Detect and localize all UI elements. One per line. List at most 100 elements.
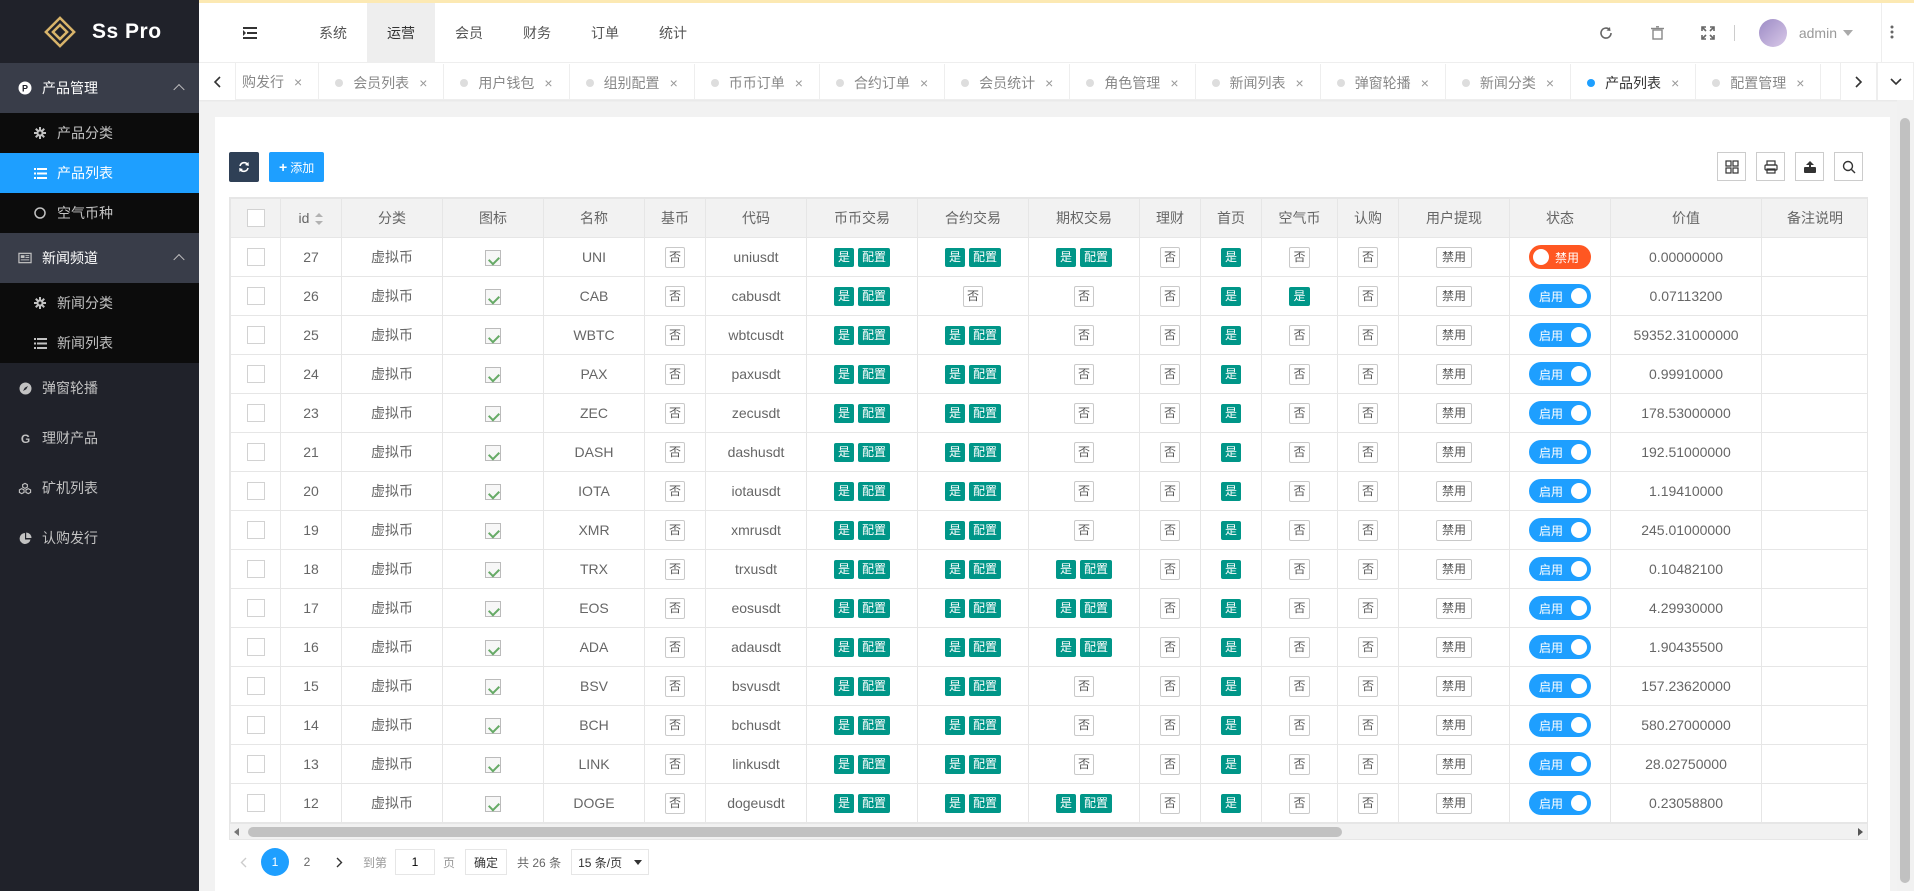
no-badge[interactable]: 否 xyxy=(1357,753,1378,775)
yes-badge[interactable]: 是 xyxy=(1220,715,1241,735)
yes-badge[interactable]: 是 xyxy=(944,247,965,267)
scroll-left-icon[interactable] xyxy=(234,828,239,836)
status-toggle[interactable]: 启用 xyxy=(1528,323,1591,347)
close-icon[interactable]: × xyxy=(294,74,302,90)
tab-3[interactable]: 组别配置 × xyxy=(570,64,695,100)
sidebar-item-1[interactable]: G 理财产品 xyxy=(0,413,199,463)
config-button[interactable]: 配置 xyxy=(858,637,891,657)
prev-page-icon[interactable] xyxy=(229,848,257,876)
disable-withdraw-button[interactable]: 禁用 xyxy=(1435,675,1472,697)
no-badge[interactable]: 否 xyxy=(1159,363,1180,385)
chevron-down-icon[interactable] xyxy=(1843,30,1853,36)
yes-badge[interactable]: 是 xyxy=(944,520,965,540)
refresh-button[interactable] xyxy=(229,152,259,182)
disable-withdraw-button[interactable]: 禁用 xyxy=(1435,714,1472,736)
no-badge[interactable]: 否 xyxy=(1073,753,1094,775)
config-button[interactable]: 配置 xyxy=(1080,793,1113,813)
per-page-select[interactable]: 15 条/页 xyxy=(571,849,650,875)
close-icon[interactable]: × xyxy=(544,75,552,91)
menu-toggle-icon[interactable] xyxy=(243,27,257,39)
checkbox[interactable] xyxy=(246,794,265,813)
no-badge[interactable]: 否 xyxy=(1357,246,1378,268)
no-badge[interactable]: 否 xyxy=(1289,597,1310,619)
row-select[interactable] xyxy=(230,354,281,394)
no-badge[interactable]: 否 xyxy=(1159,792,1180,814)
tab-scroll-left-icon[interactable] xyxy=(199,63,236,100)
yes-badge[interactable]: 是 xyxy=(1055,793,1076,813)
no-badge[interactable]: 否 xyxy=(1159,324,1180,346)
sidebar-item-3[interactable]: 认购发行 xyxy=(0,513,199,563)
tab-7[interactable]: 角色管理 × xyxy=(1070,64,1196,100)
yes-badge[interactable]: 是 xyxy=(944,754,965,774)
no-badge[interactable]: 否 xyxy=(1289,402,1310,424)
close-icon[interactable]: × xyxy=(1296,75,1304,91)
checkbox[interactable] xyxy=(246,248,265,267)
status-toggle[interactable]: 启用 xyxy=(1528,752,1591,776)
yes-badge[interactable]: 是 xyxy=(1220,481,1241,501)
yes-badge[interactable]: 是 xyxy=(833,403,854,423)
no-badge[interactable]: 否 xyxy=(1357,480,1378,502)
sidebar-group-1[interactable]: 新闻频道 xyxy=(0,233,199,283)
config-button[interactable]: 配置 xyxy=(858,403,891,423)
row-select[interactable] xyxy=(230,237,281,277)
close-icon[interactable]: × xyxy=(795,75,803,91)
checkbox[interactable] xyxy=(246,365,265,384)
yes-badge[interactable]: 是 xyxy=(1220,676,1241,696)
yes-badge[interactable]: 是 xyxy=(833,598,854,618)
config-button[interactable]: 配置 xyxy=(969,364,1002,384)
yes-badge[interactable]: 是 xyxy=(1220,598,1241,618)
tab-6[interactable]: 会员统计 × xyxy=(945,64,1071,100)
checkbox[interactable] xyxy=(246,326,265,345)
row-select[interactable] xyxy=(230,744,281,784)
tab-menu-chevron-down-icon[interactable] xyxy=(1877,63,1914,100)
no-badge[interactable]: 否 xyxy=(664,675,685,697)
no-badge[interactable]: 否 xyxy=(1357,363,1378,385)
yes-badge[interactable]: 是 xyxy=(833,676,854,696)
yes-badge[interactable]: 是 xyxy=(833,247,854,267)
checkbox[interactable] xyxy=(246,209,265,228)
goto-confirm-button[interactable]: 确定 xyxy=(465,849,508,875)
yes-badge[interactable]: 是 xyxy=(833,754,854,774)
no-badge[interactable]: 否 xyxy=(1289,363,1310,385)
close-icon[interactable]: × xyxy=(1170,75,1178,91)
logo[interactable]: Ss Pro xyxy=(0,0,199,63)
no-badge[interactable]: 否 xyxy=(1159,441,1180,463)
row-select[interactable] xyxy=(230,276,281,316)
disable-withdraw-button[interactable]: 禁用 xyxy=(1435,363,1472,385)
yes-badge[interactable]: 是 xyxy=(1220,793,1241,813)
checkbox[interactable] xyxy=(246,677,265,696)
page-button-1[interactable]: 1 xyxy=(261,848,289,876)
no-badge[interactable]: 否 xyxy=(1159,597,1180,619)
status-toggle[interactable]: 禁用 xyxy=(1529,245,1591,269)
top-nav-item-0[interactable]: 系统 xyxy=(299,3,367,63)
no-badge[interactable]: 否 xyxy=(1073,675,1094,697)
config-button[interactable]: 配置 xyxy=(969,793,1002,813)
yes-badge[interactable]: 是 xyxy=(944,403,965,423)
close-icon[interactable]: × xyxy=(1546,75,1554,91)
status-toggle[interactable]: 启用 xyxy=(1528,557,1591,581)
yes-badge[interactable]: 是 xyxy=(833,637,854,657)
yes-badge[interactable]: 是 xyxy=(833,286,854,306)
horizontal-scrollbar[interactable] xyxy=(229,823,1868,840)
no-badge[interactable]: 否 xyxy=(1357,792,1378,814)
yes-badge[interactable]: 是 xyxy=(1220,364,1241,384)
tab-5[interactable]: 合约订单 × xyxy=(820,64,946,100)
tab-11[interactable]: 产品列表 × xyxy=(1571,64,1697,100)
yes-badge[interactable]: 是 xyxy=(1055,247,1076,267)
no-badge[interactable]: 否 xyxy=(1159,636,1180,658)
tab-scroll-right-icon[interactable] xyxy=(1840,63,1877,100)
sidebar-item-0-2[interactable]: 空气币种 xyxy=(0,193,199,233)
no-badge[interactable]: 否 xyxy=(1357,285,1378,307)
next-page-icon[interactable] xyxy=(325,848,353,876)
config-button[interactable]: 配置 xyxy=(858,286,891,306)
no-badge[interactable]: 否 xyxy=(664,480,685,502)
status-toggle[interactable]: 启用 xyxy=(1528,518,1591,542)
checkbox[interactable] xyxy=(246,443,265,462)
yes-badge[interactable]: 是 xyxy=(1220,325,1241,345)
top-nav-item-3[interactable]: 财务 xyxy=(503,3,571,63)
no-badge[interactable]: 否 xyxy=(1289,753,1310,775)
config-button[interactable]: 配置 xyxy=(858,520,891,540)
no-badge[interactable]: 否 xyxy=(664,519,685,541)
tab-9[interactable]: 弹窗轮播 × xyxy=(1321,64,1446,100)
disable-withdraw-button[interactable]: 禁用 xyxy=(1435,636,1472,658)
